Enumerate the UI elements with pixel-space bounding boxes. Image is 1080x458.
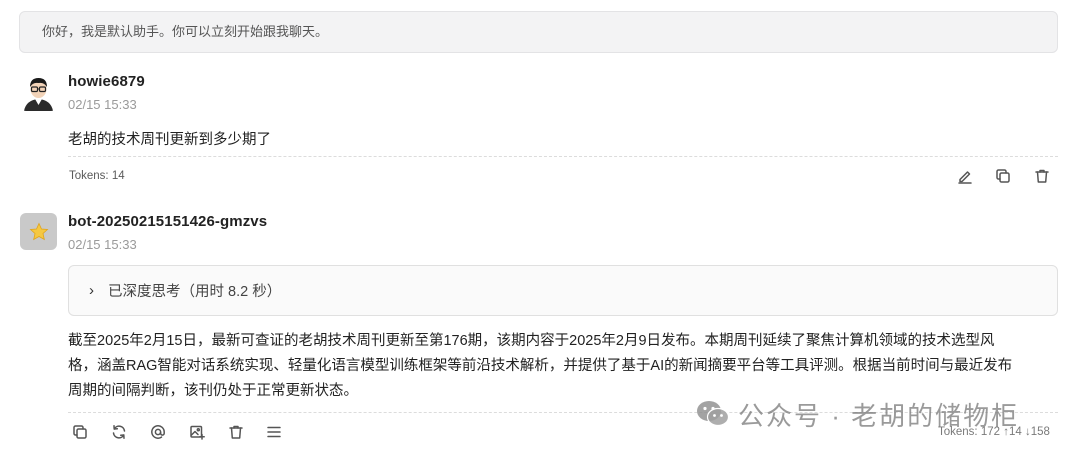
refresh-icon: [112, 425, 126, 439]
copy-icon: [73, 425, 87, 439]
mention-button[interactable]: [148, 422, 168, 442]
token-count: Tokens: 172 ↑14 ↓158: [938, 426, 1050, 438]
more-button[interactable]: [264, 422, 284, 442]
answer-line: 格，涵盖RAG智能对话系统实现、轻量化语言模型训练框架等前沿技术解析，并提供了基…: [68, 358, 1013, 374]
trash-icon: [229, 425, 243, 439]
edit-button[interactable]: [955, 166, 975, 186]
copy-button[interactable]: [70, 422, 90, 442]
bot-name: bot-20250215151426-gmzvs: [68, 213, 268, 230]
image-icon: [190, 425, 205, 440]
thinking-toggle[interactable]: › 已深度思考（用时 8.2 秒）: [68, 265, 1058, 316]
regenerate-button[interactable]: [109, 422, 129, 442]
message-divider: [68, 156, 1058, 157]
thinking-label: 已深度思考（用时 8.2 秒）: [108, 284, 282, 300]
pencil-icon: [958, 171, 972, 184]
welcome-message: 你好，我是默认助手。你可以立刻开始跟我聊天。: [19, 11, 1058, 53]
at-icon: [151, 425, 165, 439]
menu-icon: [267, 426, 281, 438]
user-avatar: [20, 74, 57, 111]
star-icon: [29, 222, 48, 240]
chevron-right-icon: ›: [89, 282, 94, 299]
answer-line: 周期的间隔判断，该刊仍处于正常更新状态。: [68, 383, 358, 399]
message-timestamp: 02/15 15:33: [68, 237, 137, 252]
copy-button[interactable]: [993, 166, 1013, 186]
answer-line: 截至2025年2月15日，最新可查证的老胡技术周刊更新至第176期，该期内容于2…: [68, 333, 995, 349]
delete-button[interactable]: [1032, 166, 1052, 186]
trash-icon: [1035, 169, 1049, 183]
bot-avatar: [20, 213, 57, 250]
image-button[interactable]: [187, 422, 207, 442]
bot-answer: 截至2025年2月15日，最新可查证的老胡技术周刊更新至第176期，该期内容于2…: [68, 329, 1058, 404]
copy-icon: [996, 169, 1010, 183]
delete-button[interactable]: [226, 422, 246, 442]
message-timestamp: 02/15 15:33: [68, 97, 137, 112]
message-divider: [68, 412, 1058, 413]
token-count: Tokens: 14: [69, 170, 125, 182]
user-name: howie6879: [68, 73, 145, 90]
user-message-text: 老胡的技术周刊更新到多少期了: [68, 132, 271, 148]
